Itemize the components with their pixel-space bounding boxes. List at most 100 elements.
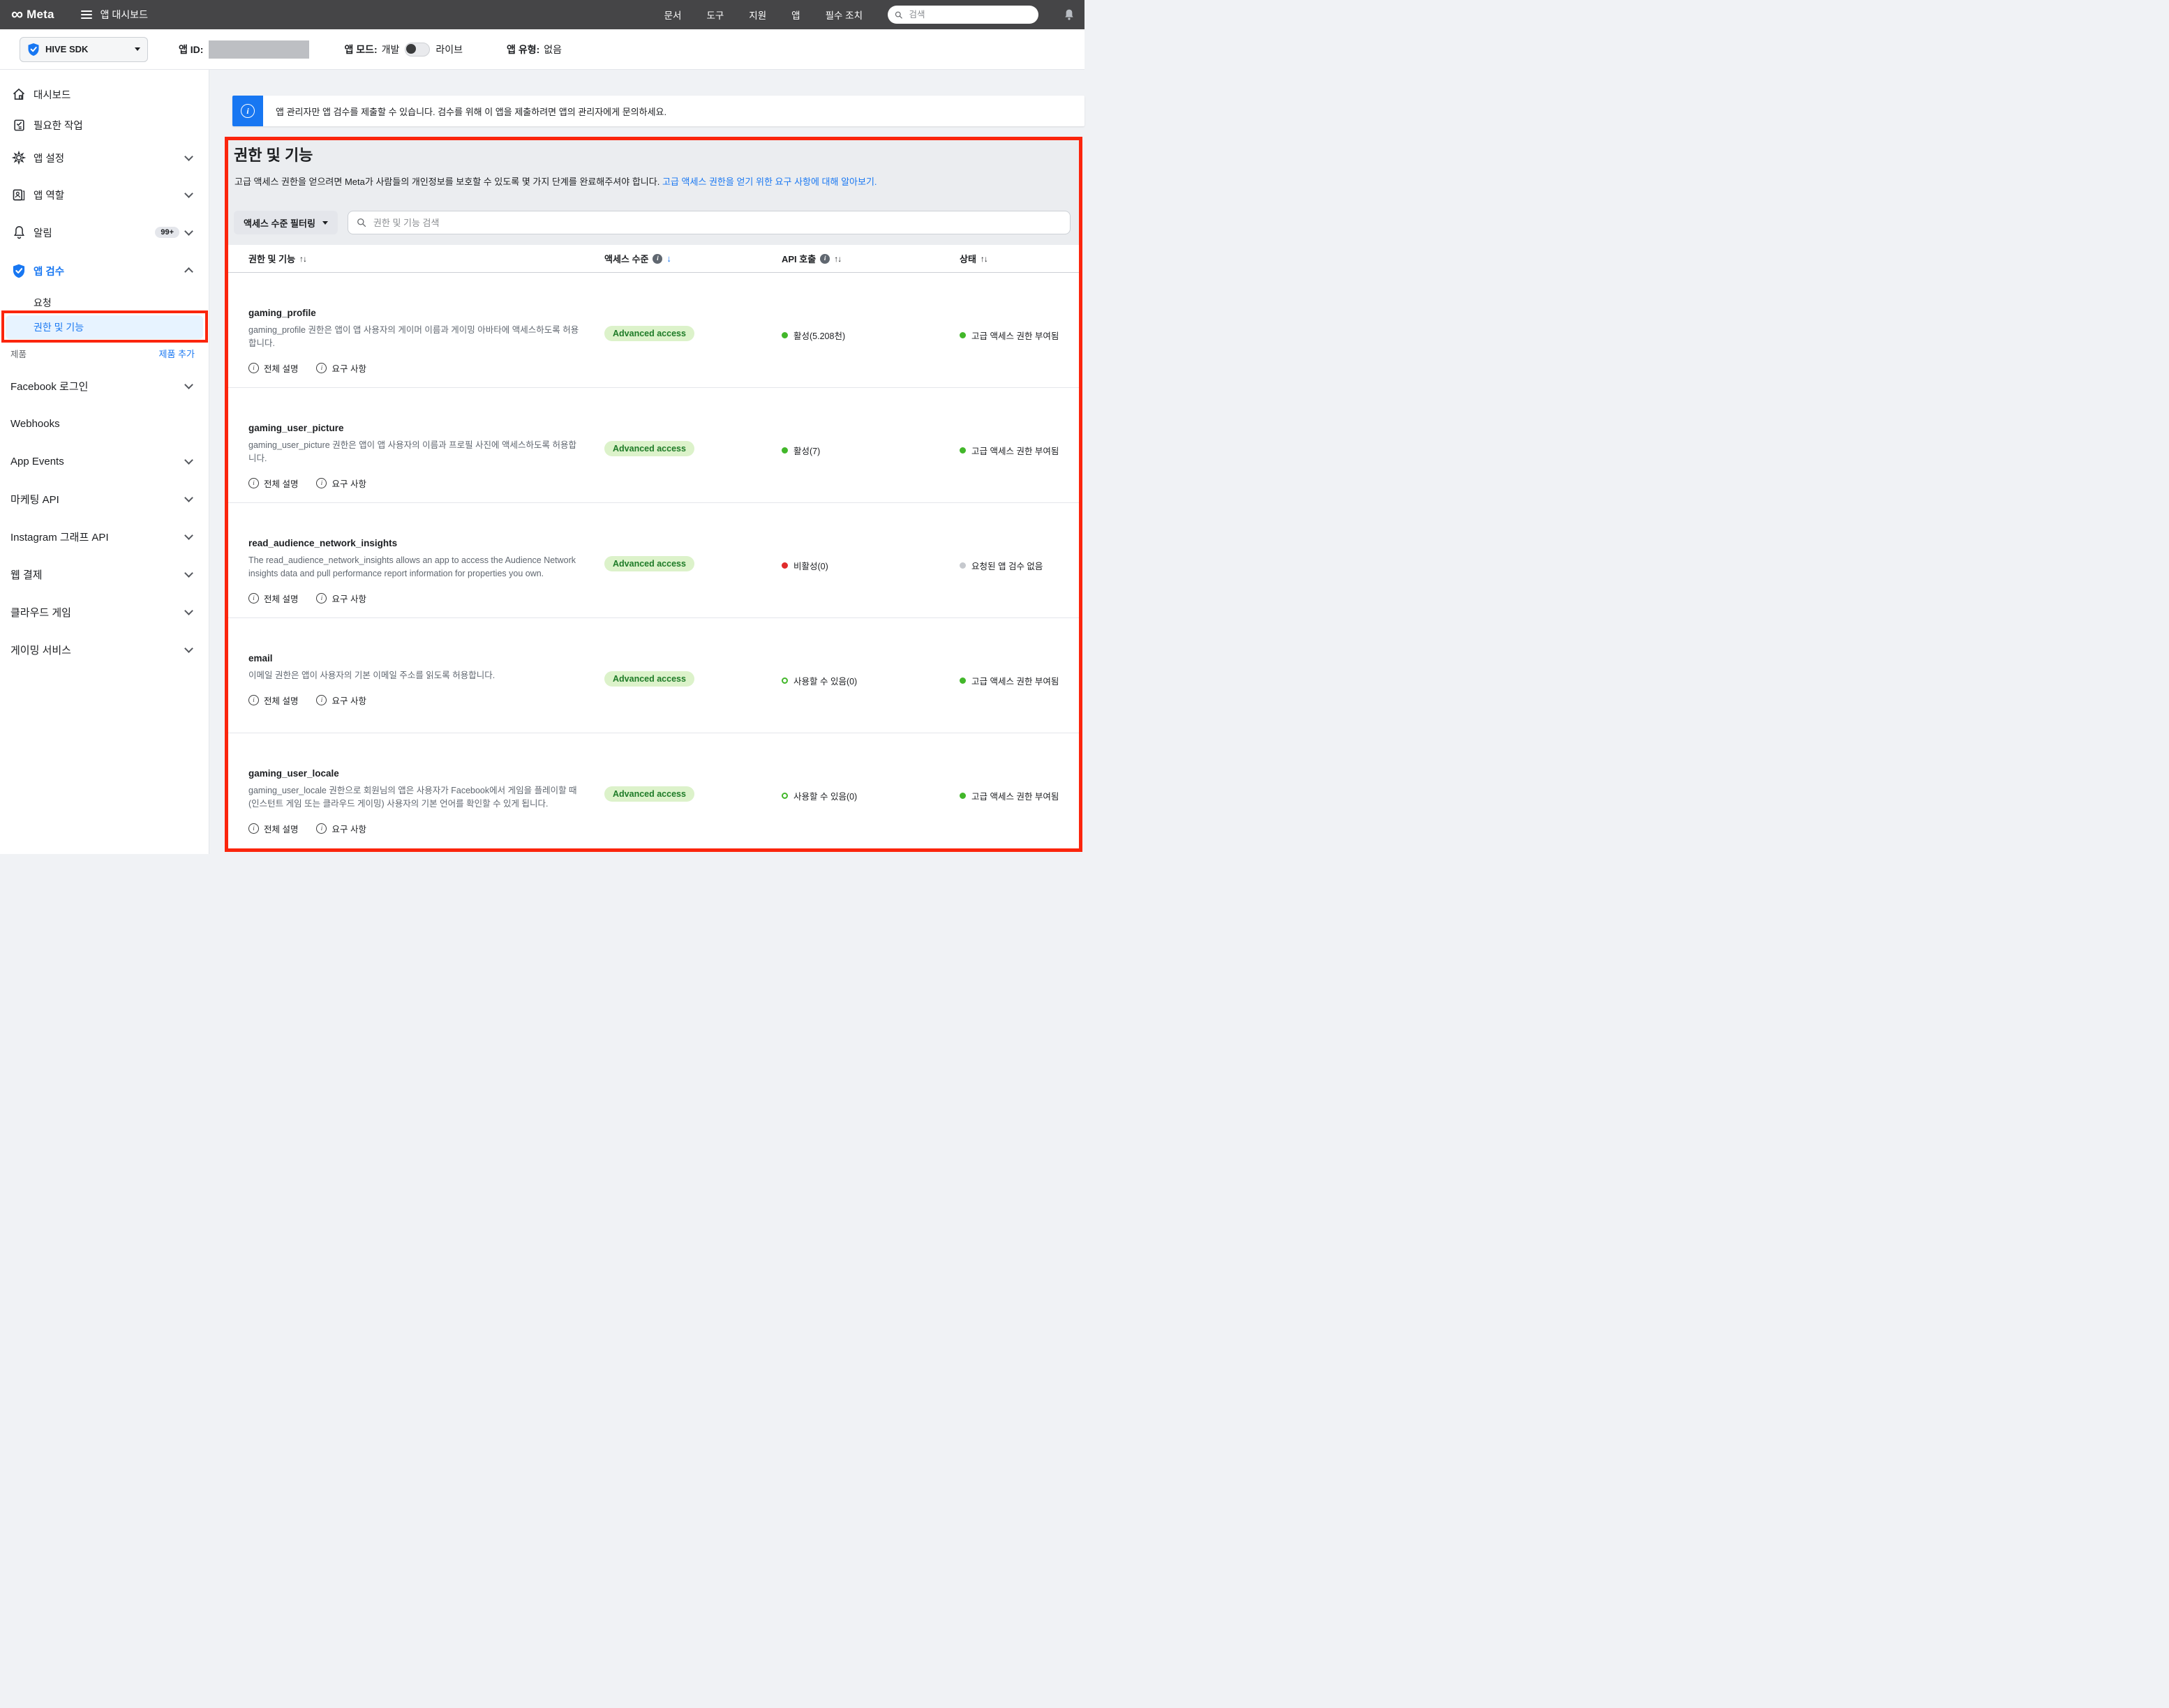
status-cell: 고급 액세스 권한 부여됨: [960, 789, 1079, 802]
product-label: 클라우드 게임: [10, 605, 71, 620]
api-calls-cell: 사용할 수 있음(0): [782, 674, 960, 687]
sidebar-product-gaming-services[interactable]: 게이밍 서비스: [0, 631, 209, 668]
status-cell: 요청된 앱 검수 없음: [960, 559, 1079, 572]
nav-tools[interactable]: 도구: [706, 8, 724, 22]
hamburger-menu-icon[interactable]: [81, 10, 92, 19]
permission-description: gaming_user_picture 권한은 앱이 앱 사용자의 이름과 프로…: [248, 439, 580, 465]
add-product-link[interactable]: 제품 추가: [159, 347, 195, 360]
info-icon: [316, 478, 327, 488]
sidebar-item-required-tasks[interactable]: 필요한 작업: [0, 110, 209, 140]
app-selector-dropdown[interactable]: HIVE SDK: [20, 37, 148, 62]
table-row: read_audience_network_insights The read_…: [228, 503, 1079, 618]
sidebar-item-app-settings[interactable]: 앱 설정: [0, 140, 209, 176]
nav-required-actions[interactable]: 필수 조치: [826, 8, 863, 22]
chevron-down-icon: [184, 531, 193, 540]
notification-count-badge: 99+: [155, 227, 179, 238]
sidebar-item-dashboard[interactable]: 대시보드: [0, 78, 209, 110]
learn-more-link[interactable]: 고급 액세스 권한을 얻기 위한 요구 사항에 대해 알아보기.: [662, 177, 877, 187]
page-title: 권한 및 기능: [234, 143, 313, 165]
permission-description: gaming_user_locale 권한으로 회원님의 앱은 사용자가 Fac…: [248, 784, 580, 811]
app-mode-toggle[interactable]: [405, 43, 430, 57]
sidebar-subitem-permissions-features[interactable]: 권한 및 기능: [6, 315, 203, 339]
info-icon[interactable]: [820, 254, 830, 264]
search-icon: [895, 10, 903, 20]
gear-icon: [10, 151, 27, 165]
filter-row: 액세스 수준 필터링: [234, 211, 1071, 234]
full-description-link[interactable]: 전체 설명: [248, 694, 298, 707]
header-access-level[interactable]: 액세스 수준 ↓: [604, 252, 782, 265]
sidebar-product-webhooks[interactable]: Webhooks: [0, 405, 209, 442]
sort-down-icon: ↓: [666, 253, 671, 264]
status-dot-green: [960, 793, 966, 799]
info-icon: [248, 823, 259, 834]
access-level-filter-button[interactable]: 액세스 수준 필터링: [234, 211, 338, 234]
toggle-knob: [406, 44, 416, 54]
full-description-link[interactable]: 전체 설명: [248, 361, 298, 375]
api-calls-cell: 활성(7): [782, 444, 960, 457]
sidebar-subitem-label: 권한 및 기능: [33, 320, 84, 334]
sidebar-item-app-review[interactable]: 앱 검수: [0, 251, 209, 290]
bell-icon: [10, 225, 27, 239]
requirements-link[interactable]: 요구 사항: [316, 694, 366, 707]
info-icon: [316, 593, 327, 604]
permissions-search-box[interactable]: [348, 211, 1071, 234]
chevron-down-icon: [184, 644, 193, 653]
sidebar-item-label: 앱 설정: [33, 151, 179, 165]
sort-icon: ↑↓: [834, 254, 841, 264]
table-row: gaming_user_locale gaming_user_locale 권한…: [228, 733, 1079, 848]
sidebar-product-instagram-graph-api[interactable]: Instagram 그래프 API: [0, 518, 209, 555]
nav-docs[interactable]: 문서: [664, 8, 682, 22]
full-description-link[interactable]: 전체 설명: [248, 592, 298, 605]
requirements-link[interactable]: 요구 사항: [316, 822, 366, 835]
status-dot-gray: [960, 562, 966, 569]
api-calls-cell: 비활성(0): [782, 559, 960, 572]
global-search-input[interactable]: [908, 9, 1032, 20]
app-mode-label: 앱 모드:: [344, 43, 377, 57]
header-status[interactable]: 상태 ↑↓: [960, 252, 1079, 265]
info-icon[interactable]: [653, 254, 662, 264]
table-row: gaming_user_picture gaming_user_picture …: [228, 388, 1079, 503]
full-description-link[interactable]: 전체 설명: [248, 477, 298, 490]
nav-support[interactable]: 지원: [749, 8, 766, 22]
header-api-calls[interactable]: API 호출 ↑↓: [782, 252, 960, 265]
products-label: 제품: [10, 347, 27, 360]
permissions-search-input[interactable]: [372, 217, 1061, 229]
sidebar-item-notifications[interactable]: 알림 99+: [0, 214, 209, 251]
table-row: gaming_profile gaming_profile 권한은 앱이 앱 사…: [228, 273, 1079, 388]
sidebar-product-app-events[interactable]: App Events: [0, 442, 209, 480]
status-cell: 고급 액세스 권한 부여됨: [960, 674, 1079, 687]
info-icon: [248, 363, 259, 373]
product-label: Instagram 그래프 API: [10, 530, 109, 544]
sidebar-item-app-roles[interactable]: 앱 역할: [0, 176, 209, 214]
chevron-up-icon: [184, 267, 193, 276]
requirements-link[interactable]: 요구 사항: [316, 477, 366, 490]
global-search-box[interactable]: [888, 6, 1038, 24]
sidebar-product-web-payments[interactable]: 웹 결제: [0, 555, 209, 593]
info-icon: [248, 593, 259, 604]
sidebar-product-marketing-api[interactable]: 마케팅 API: [0, 480, 209, 518]
sidebar-item-label: 필요한 작업: [33, 118, 192, 133]
shield-check-icon: [10, 264, 27, 278]
status-cell: 고급 액세스 권한 부여됨: [960, 329, 1079, 342]
permission-name: gaming_profile: [248, 308, 604, 318]
chevron-down-icon: [135, 47, 140, 51]
header-permission[interactable]: 권한 및 기능 ↑↓: [248, 252, 604, 265]
full-description-link[interactable]: 전체 설명: [248, 822, 298, 835]
access-level-badge: Advanced access: [604, 556, 694, 571]
products-header: 제품 제품 추가: [0, 339, 209, 367]
chevron-down-icon: [184, 569, 193, 578]
permission-name: gaming_user_locale: [248, 768, 604, 779]
requirements-link[interactable]: 요구 사항: [316, 592, 366, 605]
nav-apps[interactable]: 앱: [791, 8, 800, 22]
sidebar-item-label: 알림: [33, 225, 149, 240]
sidebar-product-facebook-login[interactable]: Facebook 로그인: [0, 367, 209, 405]
sidebar-product-cloud-gaming[interactable]: 클라우드 게임: [0, 593, 209, 631]
meta-logo[interactable]: ∞ Meta: [11, 6, 54, 23]
roles-icon: [10, 188, 27, 202]
product-label: 웹 결제: [10, 567, 43, 582]
sidebar-subitem-requests[interactable]: 요청: [0, 290, 209, 315]
status-dot-green: [782, 332, 788, 338]
notification-bell-icon[interactable]: [1064, 8, 1075, 21]
top-navigation-bar: ∞ Meta 앱 대시보드 문서 도구 지원 앱 필수 조치: [0, 0, 1084, 29]
requirements-link[interactable]: 요구 사항: [316, 361, 366, 375]
